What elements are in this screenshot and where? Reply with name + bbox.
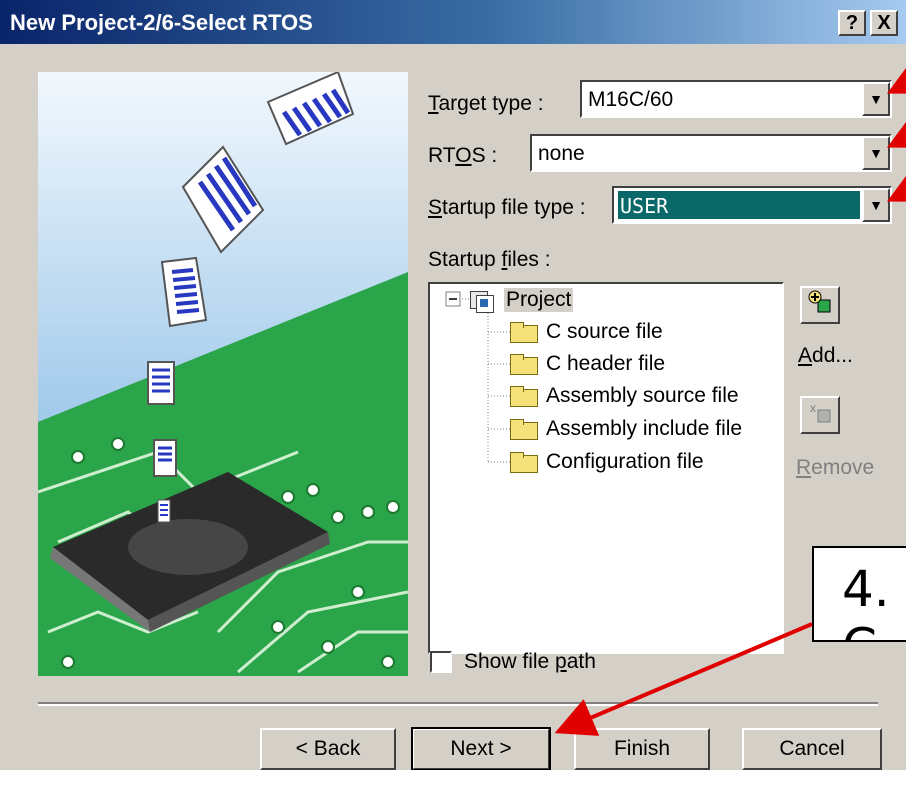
annotation-arrows <box>554 57 906 736</box>
arrow-next <box>554 622 813 736</box>
arrow-rtos <box>886 111 906 148</box>
arrow-target-type <box>886 57 906 94</box>
arrow-startup-type <box>886 165 906 202</box>
